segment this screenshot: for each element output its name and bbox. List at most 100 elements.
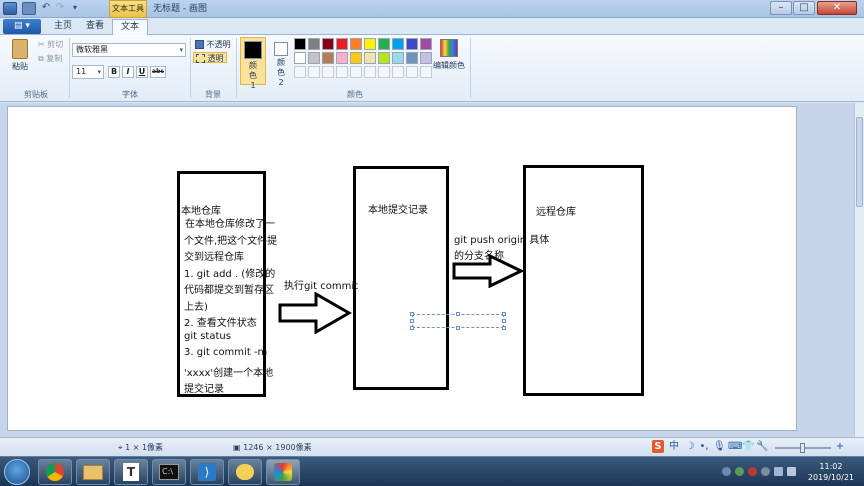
zoom-thumb[interactable] bbox=[800, 443, 805, 453]
palette-swatch-empty[interactable] bbox=[336, 66, 348, 78]
scissors-icon: ✂ bbox=[38, 40, 45, 49]
image-size: ▣ 1246 × 1900像素 bbox=[233, 443, 312, 452]
vertical-scrollbar[interactable] bbox=[854, 103, 864, 437]
resize-handle[interactable] bbox=[502, 319, 506, 323]
resize-handle[interactable] bbox=[456, 312, 460, 316]
palette-swatch[interactable] bbox=[420, 52, 432, 64]
underline-button[interactable]: U bbox=[136, 66, 148, 78]
palette-swatch[interactable] bbox=[308, 52, 320, 64]
palette-swatch[interactable] bbox=[378, 52, 390, 64]
app-menu-icon[interactable] bbox=[3, 2, 17, 15]
resize-handle[interactable] bbox=[410, 312, 414, 316]
tab-home[interactable]: 主页 bbox=[46, 19, 80, 35]
tab-view[interactable]: 查看 bbox=[78, 19, 112, 35]
palette-swatch[interactable] bbox=[308, 38, 320, 50]
tray-icon[interactable] bbox=[748, 467, 757, 476]
local-commit-title: 本地提交记录 bbox=[368, 205, 428, 216]
start-button[interactable] bbox=[4, 459, 30, 485]
palette-swatch[interactable] bbox=[322, 38, 334, 50]
paint-icon[interactable] bbox=[266, 459, 300, 485]
palette-swatch[interactable] bbox=[378, 38, 390, 50]
copy-button[interactable]: ⧉ 复制 bbox=[38, 53, 62, 64]
edit-colors-button[interactable]: 编辑颜色 bbox=[432, 39, 466, 71]
color2-button[interactable]: 颜色 2 bbox=[270, 37, 292, 87]
sogou-ime-icon[interactable]: S bbox=[652, 440, 664, 453]
palette-swatch-empty[interactable] bbox=[406, 66, 418, 78]
palette-swatch[interactable] bbox=[406, 38, 418, 50]
group-label-colors: 颜色 bbox=[347, 90, 363, 99]
color1-button[interactable]: 颜色 1 bbox=[240, 37, 266, 90]
typora-icon[interactable]: T bbox=[114, 459, 148, 485]
palette-swatch[interactable] bbox=[350, 52, 362, 64]
palette-swatch-empty[interactable] bbox=[294, 66, 306, 78]
strikethrough-button[interactable]: abc bbox=[150, 66, 166, 78]
palette-swatch[interactable] bbox=[392, 38, 404, 50]
palette-swatch[interactable] bbox=[336, 52, 348, 64]
resize-handle[interactable] bbox=[502, 312, 506, 316]
taskbar-clock[interactable]: 11:02 2019/10/21 bbox=[808, 461, 854, 483]
zoom-slider[interactable] bbox=[775, 443, 831, 453]
palette-swatch[interactable] bbox=[294, 52, 306, 64]
opaque-button[interactable]: 不透明 bbox=[195, 39, 231, 50]
italic-button[interactable]: I bbox=[122, 66, 134, 78]
close-button[interactable]: ✕ bbox=[817, 1, 857, 15]
palette-swatch[interactable] bbox=[364, 52, 376, 64]
customize-toolbar-icon[interactable]: ▾ bbox=[68, 2, 82, 15]
resize-handle[interactable] bbox=[502, 326, 506, 330]
drawing-canvas[interactable]: 本地仓库 在本地仓库修改了一 个文件,把这个文件提 交到远程仓库 1. git add… bbox=[7, 106, 797, 431]
minimize-button[interactable]: – bbox=[770, 1, 792, 15]
chinese-mode-icon[interactable]: 中 bbox=[668, 440, 680, 453]
palette-swatch[interactable] bbox=[336, 38, 348, 50]
palette-swatch-empty[interactable] bbox=[378, 66, 390, 78]
palette-swatch-empty[interactable] bbox=[420, 66, 432, 78]
windows-taskbar: T C:\ ⟩ 11:02 2019/10/21 bbox=[0, 456, 864, 486]
file-menu-button[interactable]: ▤ ▾ bbox=[3, 19, 41, 34]
cut-button[interactable]: ✂ 剪切 bbox=[38, 39, 63, 50]
palette-swatch-empty[interactable] bbox=[308, 66, 320, 78]
terminal-icon[interactable]: C:\ bbox=[152, 459, 186, 485]
undo-icon[interactable]: ↶ bbox=[39, 2, 53, 15]
font-family-select[interactable]: 微软雅黑 ▾ bbox=[72, 43, 186, 57]
palette-swatch-empty[interactable] bbox=[350, 66, 362, 78]
moon-icon[interactable]: ☽ bbox=[684, 440, 696, 453]
tray-icon[interactable] bbox=[735, 467, 744, 476]
redo-icon[interactable]: ↷ bbox=[53, 2, 67, 15]
palette-swatch[interactable] bbox=[294, 38, 306, 50]
tray-icon[interactable] bbox=[722, 467, 731, 476]
palette-swatch[interactable] bbox=[350, 38, 362, 50]
palette-swatch[interactable] bbox=[322, 52, 334, 64]
bold-button[interactable]: B bbox=[108, 66, 120, 78]
keyboard-icon[interactable]: ⌨ bbox=[728, 440, 742, 453]
chrome-icon[interactable] bbox=[38, 459, 72, 485]
mic-icon[interactable]: 🎙 bbox=[713, 440, 726, 453]
palette-swatch[interactable] bbox=[364, 38, 376, 50]
note-line: 'xxxx'创建一个本地 bbox=[184, 367, 274, 379]
save-icon[interactable] bbox=[22, 2, 36, 15]
font-size-select[interactable]: 11 ▾ bbox=[72, 65, 104, 79]
zoom-in-icon[interactable]: + bbox=[834, 440, 846, 453]
tray-icon[interactable] bbox=[761, 467, 770, 476]
palette-swatch[interactable] bbox=[392, 52, 404, 64]
transparent-button[interactable]: 透明 bbox=[193, 52, 227, 63]
shirt-icon[interactable]: 👕 bbox=[742, 440, 754, 453]
transparent-icon bbox=[196, 54, 205, 63]
resize-handle[interactable] bbox=[410, 319, 414, 323]
palette-swatch[interactable] bbox=[420, 38, 432, 50]
maximize-button[interactable]: □ bbox=[793, 1, 815, 15]
scroll-thumb[interactable] bbox=[856, 117, 863, 207]
file-explorer-icon[interactable] bbox=[76, 459, 110, 485]
tab-text[interactable]: 文本 bbox=[112, 19, 149, 35]
palette-swatch[interactable] bbox=[406, 52, 418, 64]
messenger-icon[interactable] bbox=[228, 459, 262, 485]
paste-button[interactable]: 粘贴 bbox=[8, 39, 32, 72]
resize-handle[interactable] bbox=[456, 326, 460, 330]
resize-handle[interactable] bbox=[410, 326, 414, 330]
volume-icon[interactable] bbox=[787, 467, 796, 476]
palette-swatch-empty[interactable] bbox=[364, 66, 376, 78]
palette-swatch-empty[interactable] bbox=[322, 66, 334, 78]
network-icon[interactable] bbox=[774, 467, 783, 476]
palette-swatch-empty[interactable] bbox=[392, 66, 404, 78]
punctuation-icon[interactable]: •, bbox=[698, 440, 710, 453]
wrench-icon[interactable]: 🔧 bbox=[756, 440, 768, 453]
vscode-icon[interactable]: ⟩ bbox=[190, 459, 224, 485]
